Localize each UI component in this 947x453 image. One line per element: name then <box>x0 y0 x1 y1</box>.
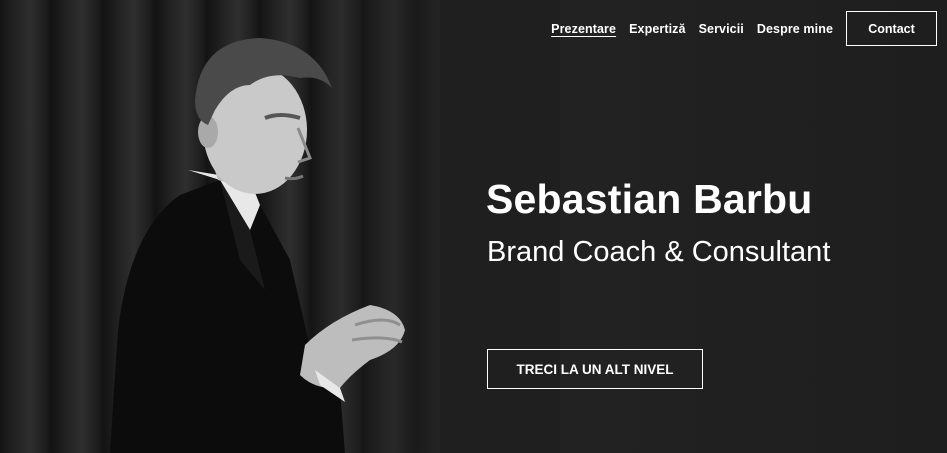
nav-link-servicii[interactable]: Servicii <box>699 22 744 36</box>
hero-section: Prezentare Expertiză Servicii Despre min… <box>0 0 947 453</box>
nav-link-despre-mine[interactable]: Despre mine <box>757 22 833 36</box>
cta-button[interactable]: TRECI LA UN ALT NIVEL <box>487 349 703 389</box>
hands <box>300 305 405 389</box>
portrait-photo <box>110 38 405 453</box>
nav-link-expertiza[interactable]: Expertiză <box>629 22 685 36</box>
hero-tagline: Brand Coach & Consultant <box>487 236 831 268</box>
main-nav: Prezentare Expertiză Servicii Despre min… <box>551 11 937 46</box>
nav-link-prezentare[interactable]: Prezentare <box>551 22 616 36</box>
hero-name: Sebastian Barbu <box>486 176 813 222</box>
suit <box>110 180 345 453</box>
contact-button[interactable]: Contact <box>846 11 937 46</box>
